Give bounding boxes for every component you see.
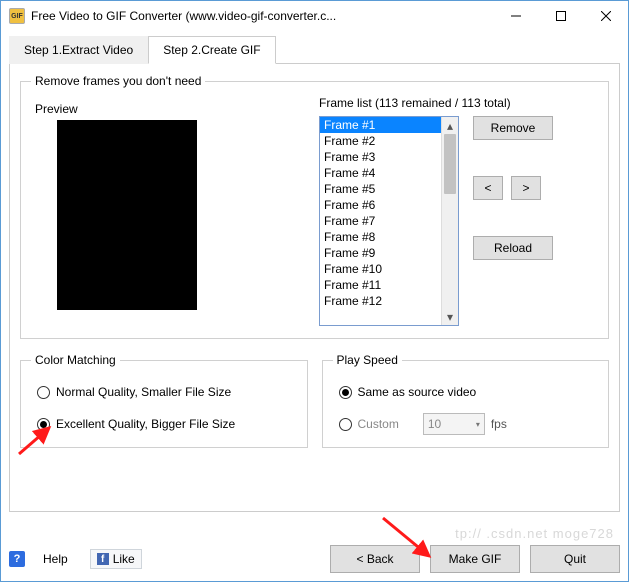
watermark: tp:// .csdn.net moge728 bbox=[455, 526, 614, 541]
like-label: Like bbox=[113, 552, 135, 566]
list-item[interactable]: Frame #9 bbox=[320, 245, 441, 261]
preview-area bbox=[57, 120, 197, 310]
radio-label: Normal Quality, Smaller File Size bbox=[56, 385, 231, 399]
list-item[interactable]: Frame #11 bbox=[320, 277, 441, 293]
maximize-button[interactable] bbox=[538, 1, 583, 31]
frames-legend: Remove frames you don't need bbox=[31, 74, 205, 88]
scroll-down-icon[interactable]: ▾ bbox=[442, 308, 458, 325]
color-legend: Color Matching bbox=[31, 353, 120, 367]
frame-list-title: Frame list (113 remained / 113 total) bbox=[319, 96, 598, 110]
radio-icon bbox=[37, 418, 50, 431]
close-button[interactable] bbox=[583, 1, 628, 31]
list-item[interactable]: Frame #5 bbox=[320, 181, 441, 197]
chevron-down-icon: ▾ bbox=[476, 420, 480, 429]
tab-step1[interactable]: Step 1.Extract Video bbox=[9, 36, 148, 64]
radio-icon bbox=[37, 386, 50, 399]
scrollbar[interactable]: ▴ ▾ bbox=[441, 117, 458, 325]
remove-button[interactable]: Remove bbox=[473, 116, 553, 140]
radio-label: Custom bbox=[358, 417, 399, 431]
radio-label: Same as source video bbox=[358, 385, 477, 399]
list-item[interactable]: Frame #2 bbox=[320, 133, 441, 149]
radio-excellent-quality[interactable]: Excellent Quality, Bigger File Size bbox=[37, 417, 297, 431]
minimize-button[interactable] bbox=[493, 1, 538, 31]
back-button[interactable]: < Back bbox=[330, 545, 420, 573]
preview-label: Preview bbox=[35, 102, 301, 116]
list-item[interactable]: Frame #10 bbox=[320, 261, 441, 277]
fps-value: 10 bbox=[428, 417, 441, 431]
facebook-icon: f bbox=[97, 553, 109, 565]
app-icon: GIF bbox=[9, 8, 25, 24]
list-item[interactable]: Frame #8 bbox=[320, 229, 441, 245]
quit-button[interactable]: Quit bbox=[530, 545, 620, 573]
facebook-like-button[interactable]: f Like bbox=[90, 549, 142, 569]
list-item[interactable]: Frame #1 bbox=[320, 117, 441, 133]
radio-icon bbox=[339, 418, 352, 431]
radio-icon bbox=[339, 386, 352, 399]
scroll-thumb[interactable] bbox=[444, 134, 456, 194]
list-item[interactable]: Frame #3 bbox=[320, 149, 441, 165]
make-gif-button[interactable]: Make GIF bbox=[430, 545, 520, 573]
list-item[interactable]: Frame #7 bbox=[320, 213, 441, 229]
list-item[interactable]: Frame #6 bbox=[320, 197, 441, 213]
help-icon[interactable]: ? bbox=[9, 551, 25, 567]
frame-listbox[interactable]: Frame #1 Frame #2 Frame #3 Frame #4 Fram… bbox=[319, 116, 459, 326]
fps-unit-label: fps bbox=[491, 417, 507, 431]
radio-same-speed[interactable]: Same as source video bbox=[339, 385, 599, 399]
list-item[interactable]: Frame #12 bbox=[320, 293, 441, 309]
scroll-up-icon[interactable]: ▴ bbox=[442, 117, 458, 134]
fps-spinner[interactable]: 10 ▾ bbox=[423, 413, 485, 435]
reload-button[interactable]: Reload bbox=[473, 236, 553, 260]
prev-frame-button[interactable]: < bbox=[473, 176, 503, 200]
tab-step2[interactable]: Step 2.Create GIF bbox=[148, 36, 275, 64]
list-item[interactable]: Frame #4 bbox=[320, 165, 441, 181]
radio-custom-speed[interactable]: Custom 10 ▾ fps bbox=[339, 413, 599, 435]
radio-normal-quality[interactable]: Normal Quality, Smaller File Size bbox=[37, 385, 297, 399]
speed-legend: Play Speed bbox=[333, 353, 402, 367]
radio-label: Excellent Quality, Bigger File Size bbox=[56, 417, 235, 431]
window-title: Free Video to GIF Converter (www.video-g… bbox=[31, 9, 493, 23]
next-frame-button[interactable]: > bbox=[511, 176, 541, 200]
help-link[interactable]: Help bbox=[43, 552, 68, 566]
